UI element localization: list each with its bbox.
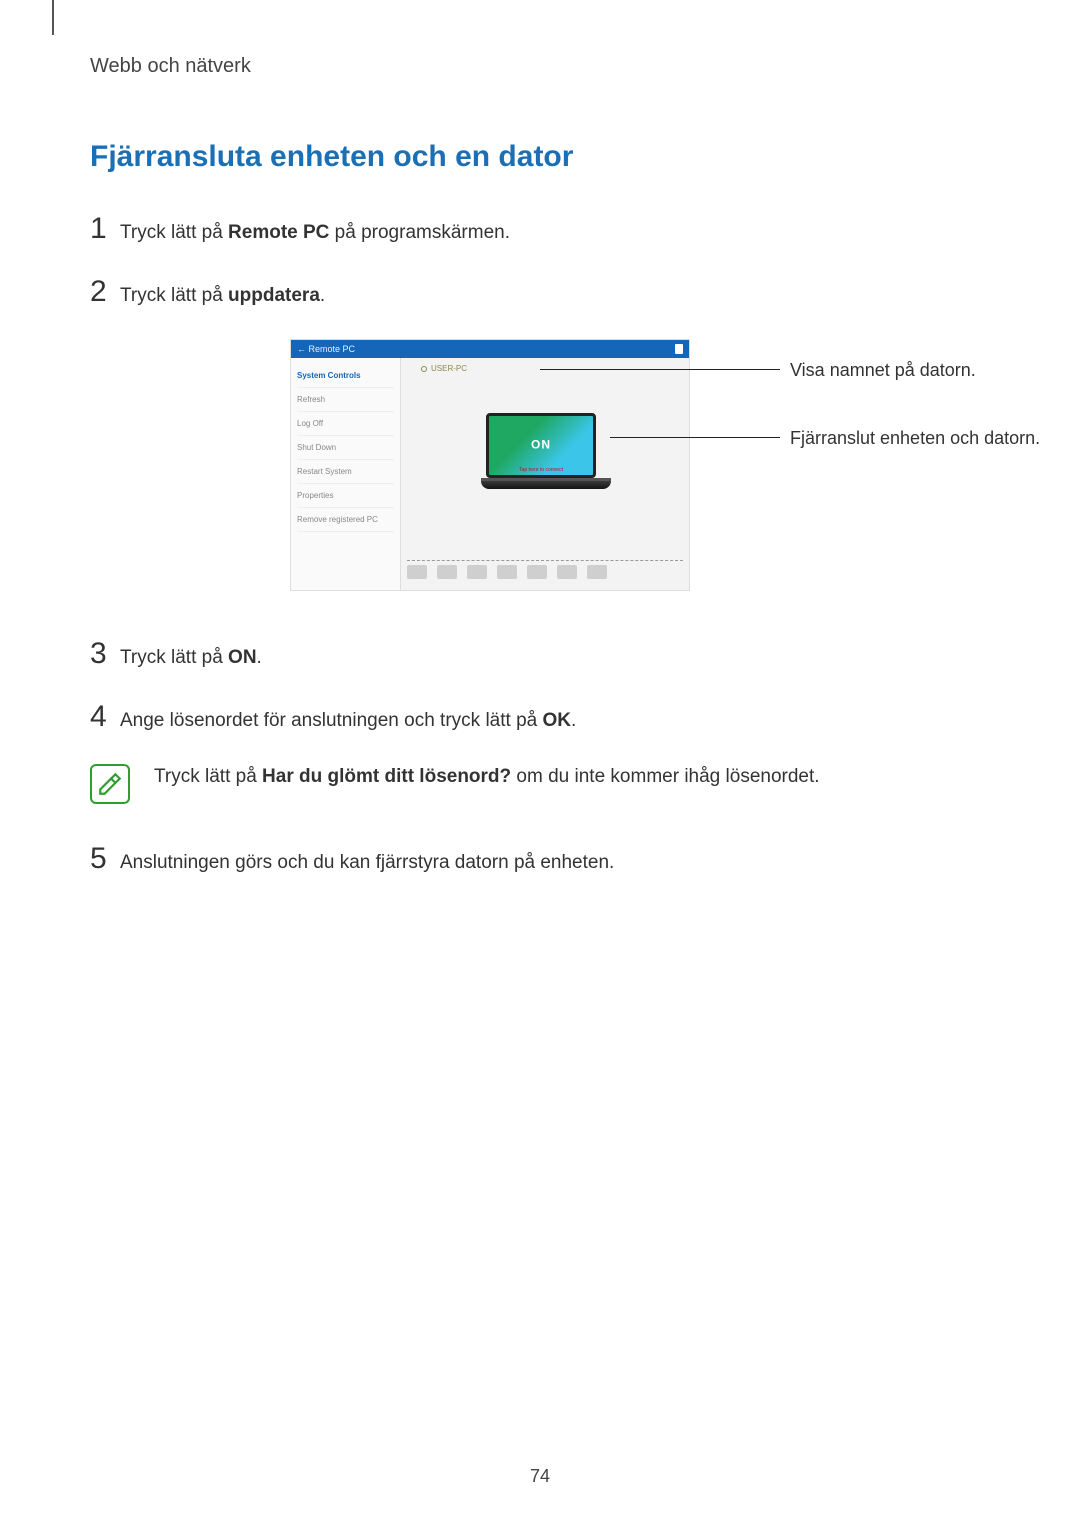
note-text: Tryck lätt på Har du glömt ditt lösenord… xyxy=(154,764,820,791)
thumb xyxy=(587,565,607,579)
sidebar-item: Remove registered PC xyxy=(297,508,394,532)
thumb xyxy=(557,565,577,579)
callout-pc-name: Visa namnet på datorn. xyxy=(790,359,976,382)
callout-line xyxy=(610,437,780,438)
sidebar-item: System Controls xyxy=(297,364,394,388)
sidebar-item: Refresh xyxy=(297,388,394,412)
note-icon xyxy=(90,764,130,804)
step-text: Tryck lätt på ON. xyxy=(120,645,262,672)
step-number: 3 xyxy=(90,639,120,669)
note: Tryck lätt på Har du glömt ditt lösenord… xyxy=(90,764,990,804)
mock-main: USER-PC ON Tap here to connect xyxy=(401,358,689,590)
step-text: Anslutningen görs och du kan fjärrstyra … xyxy=(120,850,614,877)
thumb xyxy=(467,565,487,579)
thumb xyxy=(437,565,457,579)
callout-line xyxy=(540,369,780,370)
thumb-strip xyxy=(407,560,683,584)
mock-body: System Controls Refresh Log Off Shut Dow… xyxy=(291,358,689,590)
step-3: 3 Tryck lätt på ON. xyxy=(90,639,990,672)
bold-text: Har du glömt ditt lösenord? xyxy=(262,766,511,787)
breadcrumb: Webb och nätverk xyxy=(90,55,990,78)
section-title: Fjärransluta enheten och en dator xyxy=(90,140,990,174)
page-number: 74 xyxy=(0,1466,1080,1487)
sidebar-item: Restart System xyxy=(297,460,394,484)
menu-icon xyxy=(675,344,683,354)
sidebar-item: Log Off xyxy=(297,412,394,436)
text: på programskärmen. xyxy=(329,222,510,243)
laptop-illustration: ON Tap here to connect xyxy=(481,413,601,489)
mock-title: ← Remote PC xyxy=(297,344,355,354)
status-dot-icon xyxy=(421,366,427,372)
tablet-mock: ← Remote PC System Controls Refresh Log … xyxy=(290,339,690,591)
step-number: 4 xyxy=(90,702,120,732)
step-number: 5 xyxy=(90,844,120,874)
bold-text: uppdatera xyxy=(228,285,320,306)
step-text: Tryck lätt på uppdatera. xyxy=(120,283,325,310)
page-cut-mark xyxy=(52,0,54,35)
bold-text: ON xyxy=(228,647,257,668)
pc-name: USER-PC xyxy=(431,364,467,373)
tap-hint: Tap here to connect xyxy=(519,467,563,473)
step-text: Tryck lätt på Remote PC på programskärme… xyxy=(120,220,510,247)
step-number: 1 xyxy=(90,214,120,244)
laptop-base xyxy=(481,481,611,489)
text: Tryck lätt på xyxy=(120,222,228,243)
text: . xyxy=(571,710,576,731)
sidebar-item: Shut Down xyxy=(297,436,394,460)
text: Tryck lätt på xyxy=(154,766,262,787)
thumb xyxy=(527,565,547,579)
text: Tryck lätt på xyxy=(120,285,228,306)
step-1: 1 Tryck lätt på Remote PC på programskär… xyxy=(90,214,990,247)
bold-text: Remote PC xyxy=(228,222,329,243)
mock-titlebar: ← Remote PC xyxy=(291,340,689,358)
step-text: Ange lösenordet för anslutningen och try… xyxy=(120,708,576,735)
step-5: 5 Anslutningen görs och du kan fjärrstyr… xyxy=(90,844,990,877)
text: Ange lösenordet för anslutningen och try… xyxy=(120,710,542,731)
pencil-icon xyxy=(97,771,123,797)
text: . xyxy=(257,647,262,668)
mock-pc-label: USER-PC xyxy=(421,364,467,373)
mock-sidebar: System Controls Refresh Log Off Shut Dow… xyxy=(291,358,401,590)
callout-text: Visa namnet på datorn. xyxy=(790,360,976,380)
text: Tryck lätt på xyxy=(120,647,228,668)
laptop-screen: ON Tap here to connect xyxy=(486,413,596,478)
callout-text: Fjärranslut enheten och datorn. xyxy=(790,428,1040,448)
on-badge: ON xyxy=(531,437,551,451)
text: . xyxy=(320,285,325,306)
text: om du inte kommer ihåg lösenordet. xyxy=(511,766,819,787)
thumb xyxy=(497,565,517,579)
step-number: 2 xyxy=(90,277,120,307)
step-2: 2 Tryck lätt på uppdatera. xyxy=(90,277,990,310)
step-4: 4 Ange lösenordet för anslutningen och t… xyxy=(90,702,990,735)
thumb xyxy=(407,565,427,579)
bold-text: OK xyxy=(542,710,571,731)
figure: ← Remote PC System Controls Refresh Log … xyxy=(90,339,990,599)
callout-remote-connect: Fjärranslut enheten och datorn. xyxy=(790,427,1040,450)
sidebar-item: Properties xyxy=(297,484,394,508)
